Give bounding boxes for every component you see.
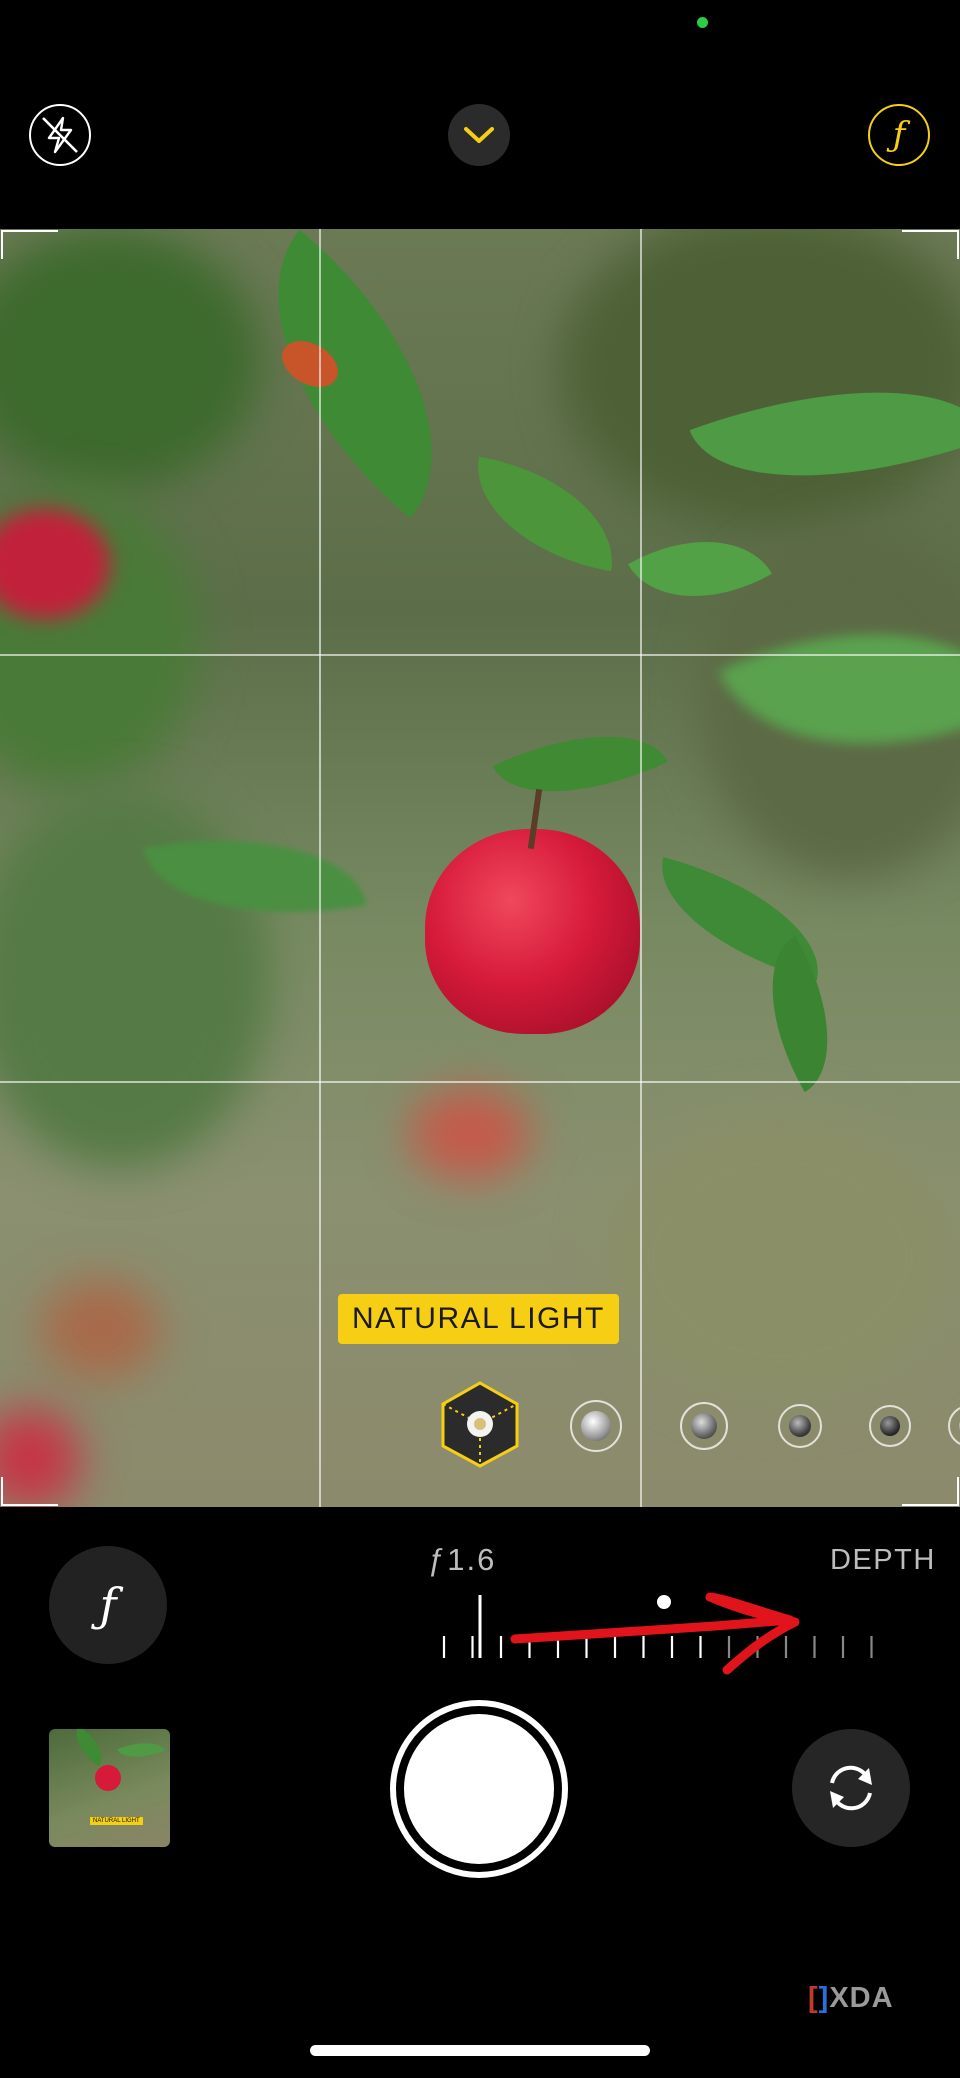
lighting-stage-button[interactable]: [778, 1404, 822, 1448]
natural-light-cube-icon: [441, 1381, 519, 1468]
xda-watermark: []XDA: [808, 1982, 894, 2014]
camera-flip-icon: [830, 1765, 872, 1811]
chevron-down-icon: [464, 127, 494, 143]
thumbnail-label: NATURAL LIGHT: [90, 1817, 143, 1825]
lighting-stage-mono-button[interactable]: [869, 1405, 911, 1447]
shutter-button[interactable]: [390, 1700, 568, 1878]
home-indicator[interactable]: [310, 2045, 650, 2056]
privacy-indicator-dot: [697, 17, 708, 28]
lighting-studio-button[interactable]: [570, 1400, 622, 1452]
flash-button[interactable]: [29, 104, 91, 166]
last-photo-thumbnail[interactable]: NATURAL LIGHT: [49, 1729, 170, 1847]
red-arrow-annotation: [510, 1592, 800, 1675]
f-number-readout: ƒ1.6: [428, 1542, 497, 1577]
lighting-contour-button[interactable]: [680, 1402, 728, 1450]
flash-off-icon: [42, 116, 78, 154]
aperture-button[interactable]: ƒ: [49, 1546, 167, 1664]
controls-toggle-button[interactable]: [448, 104, 510, 166]
aperture-top-button[interactable]: ƒ: [868, 104, 930, 166]
lighting-mode-label: NATURAL LIGHT: [338, 1294, 619, 1344]
flip-camera-button[interactable]: [792, 1729, 910, 1847]
depth-label: DEPTH: [830, 1544, 936, 1576]
lighting-natural-light-button[interactable]: [438, 1380, 522, 1468]
